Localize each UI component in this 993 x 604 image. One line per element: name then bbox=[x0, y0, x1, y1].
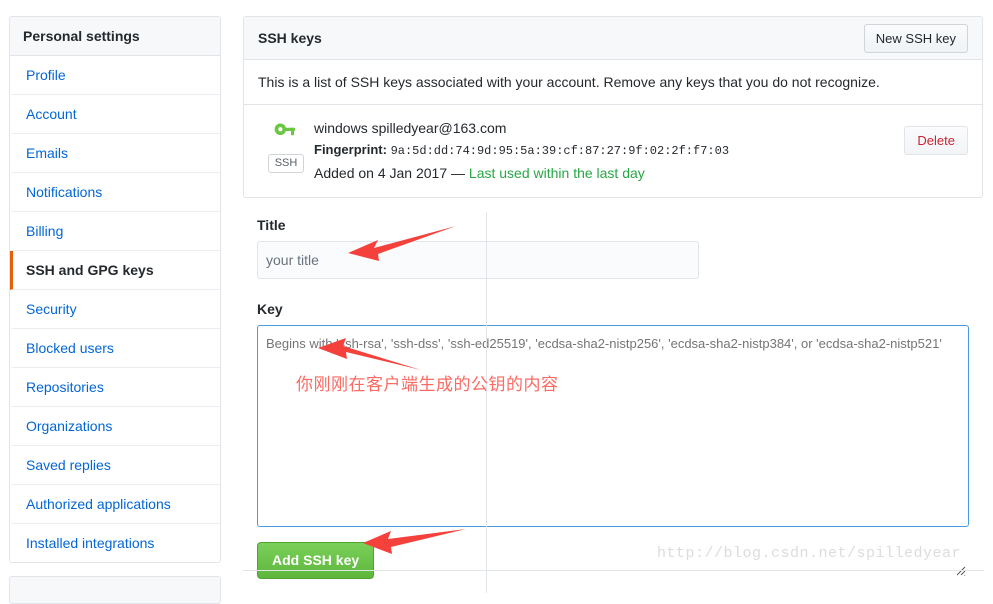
key-icon bbox=[274, 123, 295, 136]
ssh-keys-panel-header: SSH keys New SSH key bbox=[244, 17, 982, 60]
sidebar-item-billing[interactable]: Billing bbox=[10, 212, 220, 251]
annotation-chinese-note: 你刚刚在客户端生成的公钥的内容 bbox=[296, 375, 559, 395]
sidebar-item-profile[interactable]: Profile bbox=[10, 56, 220, 95]
ssh-key-details: windows spilledyear@163.com Fingerprint:… bbox=[314, 117, 904, 183]
sidebar-item-installed-integrations[interactable]: Installed integrations bbox=[10, 524, 220, 562]
key-textarea[interactable] bbox=[257, 325, 969, 527]
sidebar-item-organizations[interactable]: Organizations bbox=[10, 407, 220, 446]
ssh-key-list-item: SSH windows spilledyear@163.com Fingerpr… bbox=[244, 105, 982, 197]
sidebar-header: Personal settings bbox=[10, 17, 220, 56]
add-ssh-key-form: Title Key Add SSH key bbox=[243, 198, 983, 595]
sidebar-item-blocked-users[interactable]: Blocked users bbox=[10, 329, 220, 368]
fingerprint-label: Fingerprint: bbox=[314, 142, 387, 157]
sidebar-item-ssh-and-gpg-keys[interactable]: SSH and GPG keys bbox=[10, 251, 220, 290]
secondary-nav-box bbox=[9, 576, 221, 604]
bottom-divider bbox=[243, 570, 984, 571]
new-ssh-key-button[interactable]: New SSH key bbox=[863, 23, 968, 53]
delete-button-wrap: Delete bbox=[904, 117, 968, 155]
sidebar-item-account[interactable]: Account bbox=[10, 95, 220, 134]
sidebar-item-repositories[interactable]: Repositories bbox=[10, 368, 220, 407]
key-field-label: Key bbox=[257, 301, 283, 317]
sidebar-item-emails[interactable]: Emails bbox=[10, 134, 220, 173]
settings-sidebar: Personal settings Profile Account Emails… bbox=[9, 16, 221, 604]
ssh-keys-panel: SSH keys New SSH key This is a list of S… bbox=[243, 16, 983, 198]
ssh-keys-main: SSH keys New SSH key This is a list of S… bbox=[243, 16, 983, 595]
ssh-key-title: windows spilledyear@163.com bbox=[314, 120, 507, 136]
key-icon-column: SSH bbox=[258, 117, 314, 173]
title-field-label: Title bbox=[257, 217, 286, 233]
page-title: SSH keys bbox=[258, 30, 322, 46]
sidebar-item-notifications[interactable]: Notifications bbox=[10, 173, 220, 212]
sidebar-item-saved-replies[interactable]: Saved replies bbox=[10, 446, 220, 485]
ssh-key-meta: Added on 4 Jan 2017 — Last used within t… bbox=[314, 163, 904, 183]
settings-page: Personal settings Profile Account Emails… bbox=[0, 0, 993, 604]
sidebar-item-authorized-applications[interactable]: Authorized applications bbox=[10, 485, 220, 524]
ssh-key-fingerprint-line: Fingerprint: 9a:5d:dd:74:9d:95:5a:39:cf:… bbox=[314, 140, 904, 161]
last-used-text: Last used within the last day bbox=[468, 165, 645, 181]
ssh-keys-description: This is a list of SSH keys associated wi… bbox=[244, 60, 982, 105]
personal-settings-nav: Personal settings Profile Account Emails… bbox=[9, 16, 221, 563]
sidebar-item-security[interactable]: Security bbox=[10, 290, 220, 329]
title-input[interactable] bbox=[257, 241, 699, 279]
watermark-text: http://blog.csdn.net/spilledyear bbox=[657, 545, 962, 562]
added-date: Added on 4 Jan 2017 — bbox=[314, 165, 469, 181]
add-ssh-key-button[interactable]: Add SSH key bbox=[257, 542, 375, 579]
delete-button[interactable]: Delete bbox=[904, 126, 968, 155]
ssh-badge: SSH bbox=[267, 154, 305, 173]
form-left-border bbox=[486, 212, 487, 593]
fingerprint-value: 9a:5d:dd:74:9d:95:5a:39:cf:87:27:9f:02:2… bbox=[390, 144, 730, 158]
